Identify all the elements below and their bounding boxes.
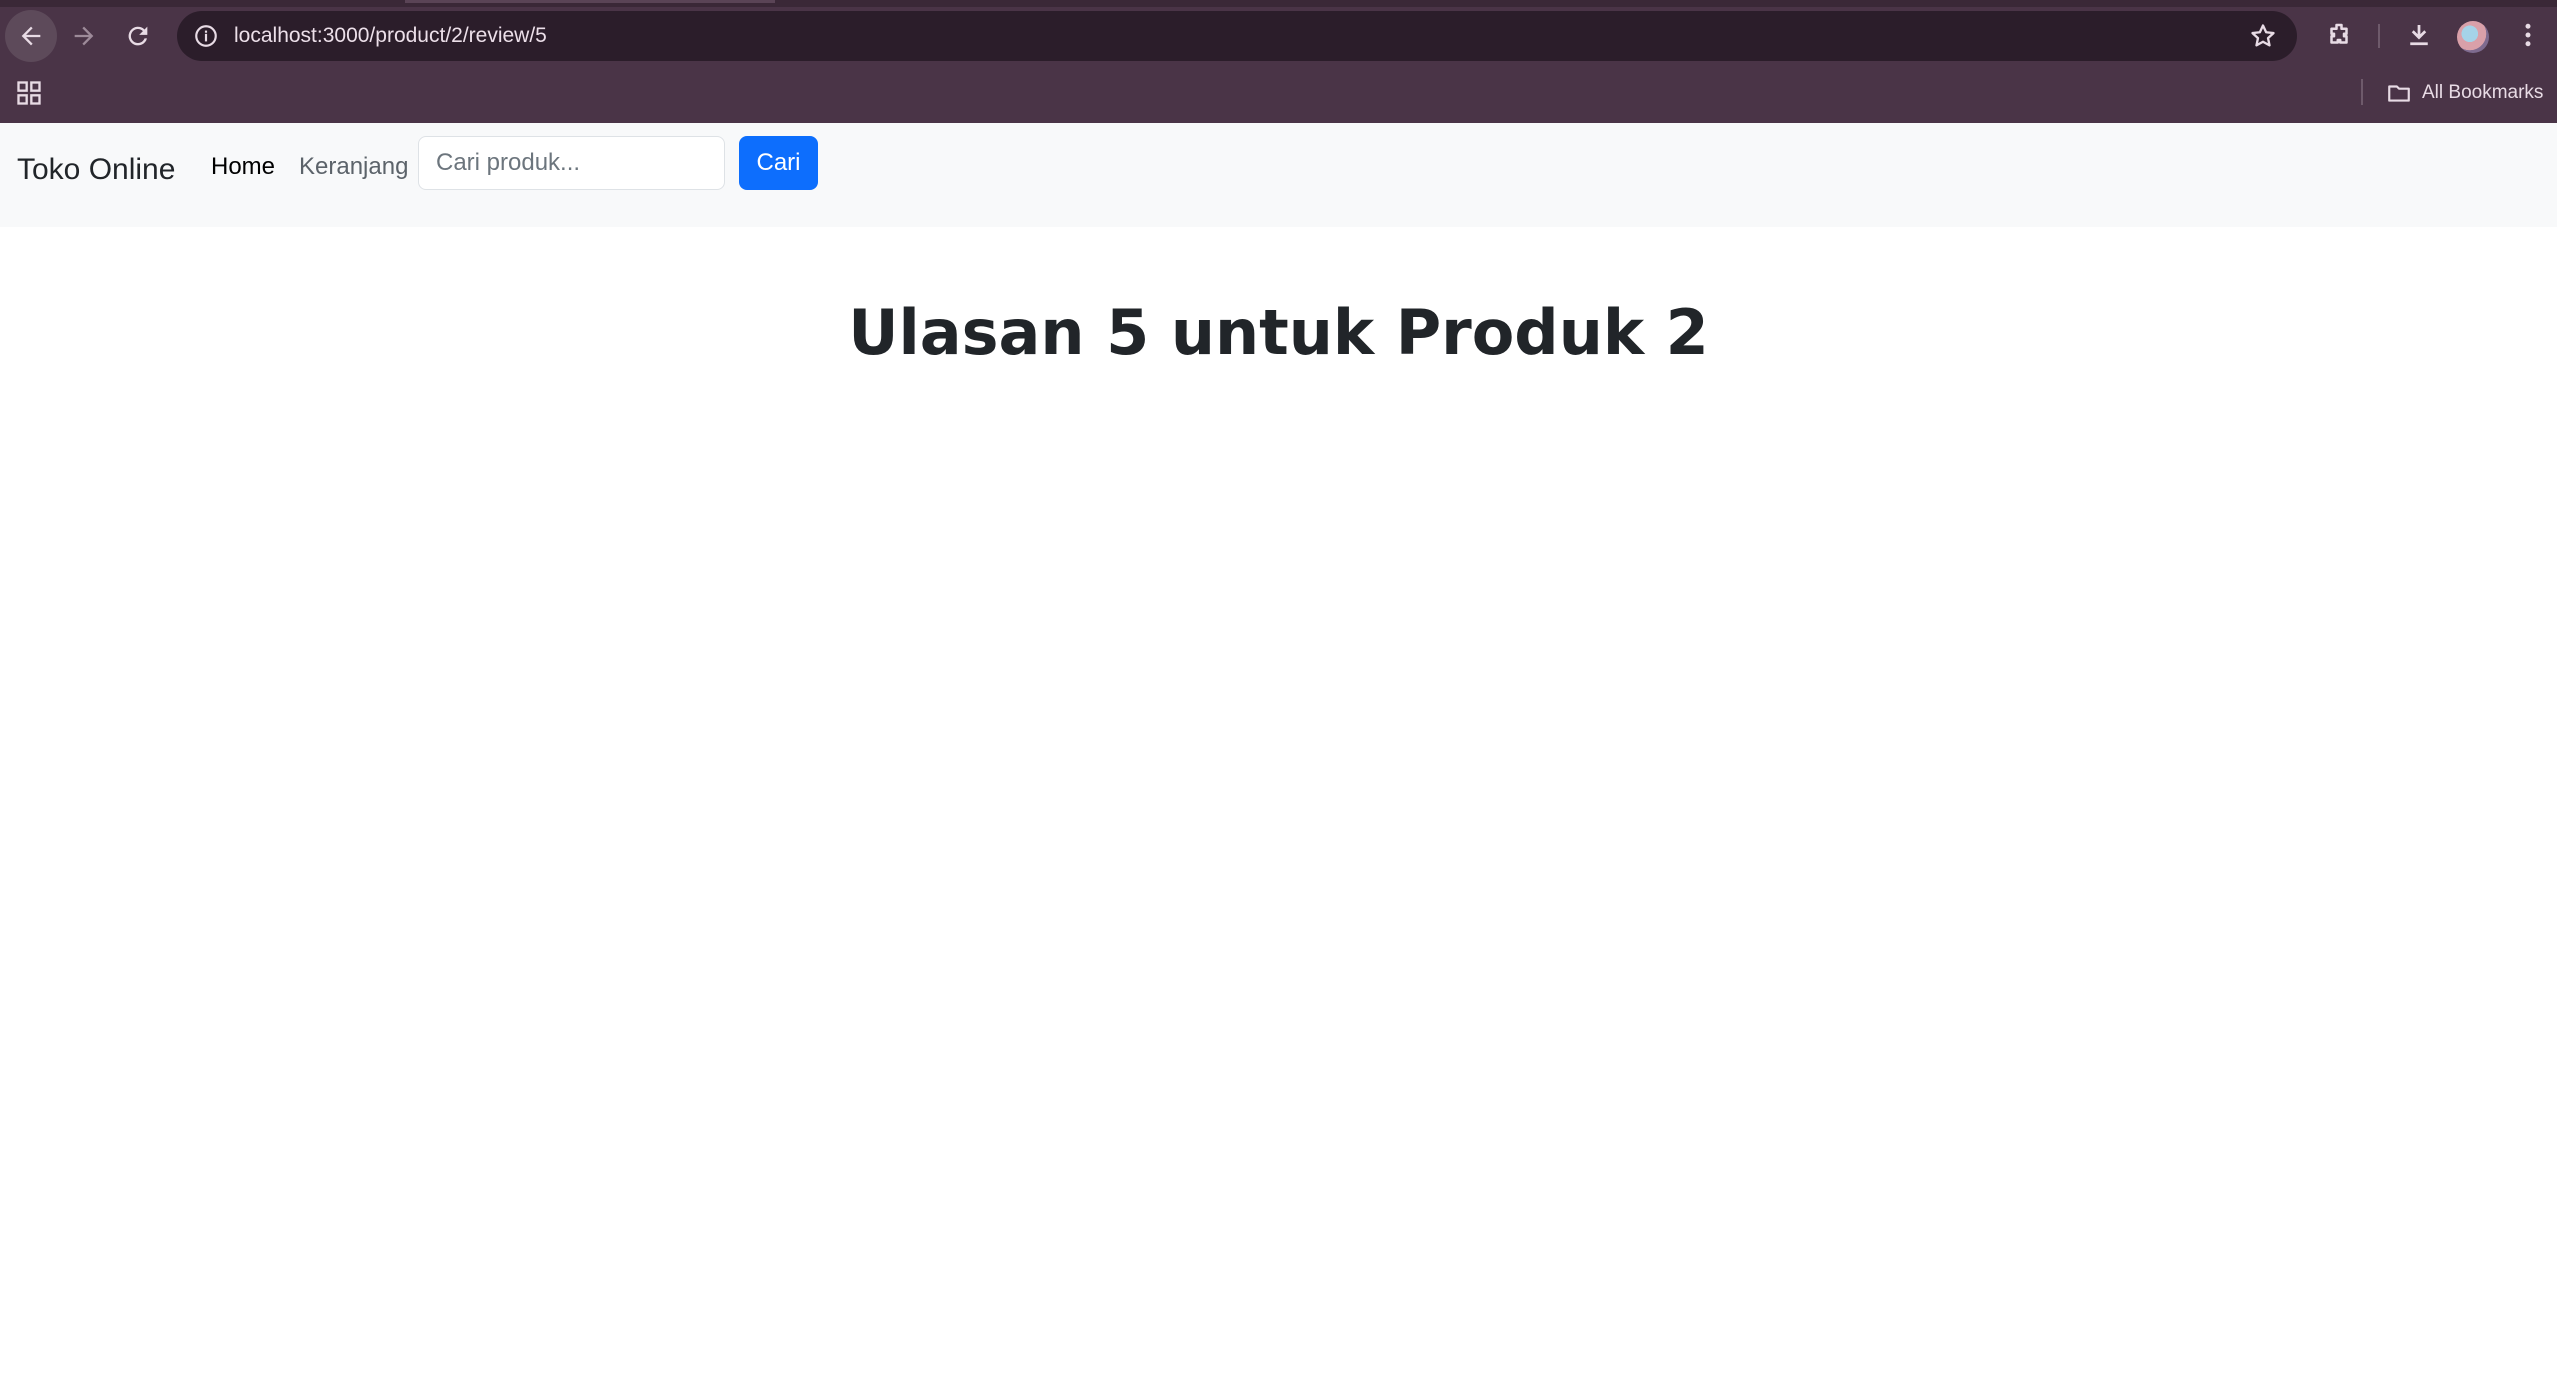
folder-icon — [2388, 85, 2410, 102]
extensions-button[interactable] — [2323, 19, 2355, 51]
profile-avatar[interactable] — [2457, 21, 2489, 53]
forward-button[interactable] — [58, 10, 110, 62]
toolbar-divider — [2378, 24, 2380, 48]
extensions-icon — [2330, 23, 2348, 44]
search-button[interactable]: Cari — [739, 136, 818, 190]
forward-icon — [74, 26, 94, 46]
browser-chrome: localhost:3000/product/2/review/5 All Bo… — [0, 0, 2557, 123]
bookmarks-divider — [2361, 79, 2363, 105]
reload-button[interactable] — [112, 10, 164, 62]
site-navbar: Toko Online Home Keranjang Cari — [0, 123, 2557, 227]
active-tab-indicator — [405, 0, 775, 3]
site-info-icon[interactable] — [193, 23, 219, 49]
all-bookmarks-button[interactable]: All Bookmarks — [2386, 78, 2543, 108]
search-input[interactable] — [418, 136, 725, 190]
nav-link-keranjang[interactable]: Keranjang — [299, 153, 408, 181]
star-icon[interactable] — [2249, 22, 2277, 50]
page-title: Ulasan 5 untuk Produk 2 — [848, 296, 1709, 369]
back-button[interactable] — [5, 10, 57, 62]
tab-strip — [0, 0, 2557, 7]
url-text[interactable]: localhost:3000/product/2/review/5 — [234, 11, 547, 61]
menu-icon — [2525, 23, 2531, 47]
brand-link[interactable]: Toko Online — [17, 153, 175, 187]
back-icon — [21, 26, 41, 46]
all-bookmarks-label: All Bookmarks — [2422, 82, 2544, 103]
download-icon — [2410, 25, 2428, 46]
reload-icon — [128, 26, 148, 46]
address-bar[interactable]: localhost:3000/product/2/review/5 — [177, 11, 2297, 61]
nav-link-home[interactable]: Home — [211, 153, 275, 181]
downloads-button[interactable] — [2403, 19, 2435, 51]
apps-icon[interactable] — [15, 79, 43, 107]
browser-menu-button[interactable] — [2512, 19, 2544, 51]
